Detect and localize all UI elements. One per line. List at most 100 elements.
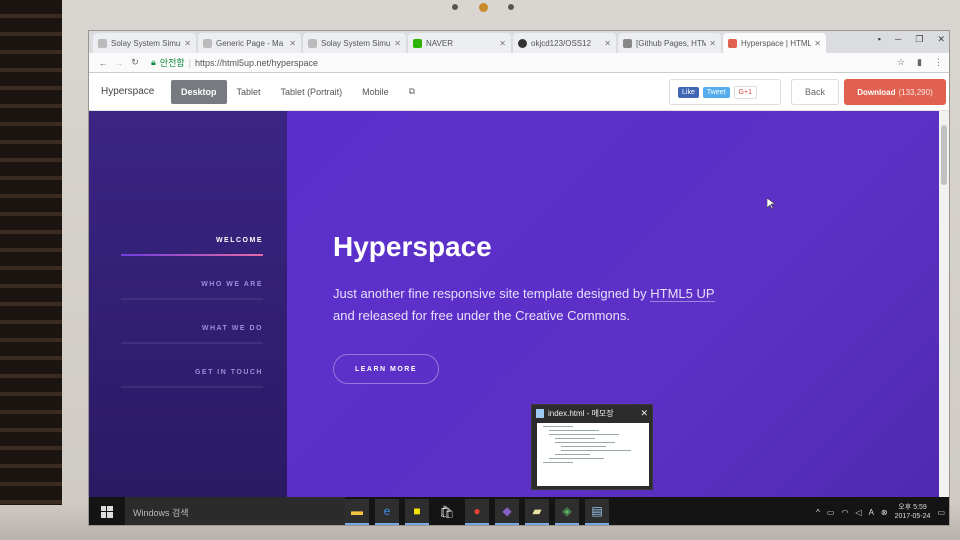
browser-tab[interactable]: Generic Page - Ma ✕ [198, 33, 301, 53]
ime-icon[interactable]: A [869, 508, 874, 517]
close-icon[interactable]: ✕ [709, 39, 716, 48]
windows-start-button[interactable] [89, 497, 125, 525]
learn-more-button[interactable]: LEARN MORE [333, 354, 439, 384]
nav-who-we-are[interactable]: WHO WE ARE [201, 281, 263, 288]
site-sidebar: WELCOME WHO WE ARE WHAT WE DO GET IN TOU… [89, 111, 287, 497]
volume-icon[interactable]: ◁ [855, 508, 861, 517]
nav-what-we-do[interactable]: WHAT WE DO [202, 325, 263, 332]
naver-icon [413, 38, 422, 48]
close-icon[interactable]: ✕ [640, 408, 648, 419]
battery-icon[interactable]: ▭ [827, 508, 835, 517]
view-tablet-portrait-button[interactable]: Tablet (Portrait) [271, 80, 353, 104]
download-count: (133,290) [898, 87, 933, 97]
wifi-icon[interactable]: ◠ [841, 508, 848, 517]
browser-tab[interactable]: okjcd123/OSS12 ✕ [513, 33, 616, 53]
nav-underline [121, 254, 263, 256]
laptop-screen: Solay System Simu ✕ Generic Page - Ma ✕ So… [88, 30, 950, 526]
window-controls: ▪ ─ ❐ ✕ [878, 34, 945, 45]
clock-date: 2017-05-24 [894, 513, 931, 520]
clock[interactable]: 오후 5:59 2017-05-24 [895, 503, 931, 521]
hero-text-part: and released for free under the Creative… [333, 308, 630, 323]
browser-tab[interactable]: NAVER ✕ [408, 33, 511, 53]
back-button[interactable]: Back [791, 79, 839, 105]
kakaotalk-icon[interactable]: ■ [405, 499, 429, 525]
menu-icon[interactable]: ⋮ [934, 57, 943, 68]
view-desktop-button[interactable]: Desktop [171, 79, 227, 104]
html5up-link[interactable]: HTML5 UP [650, 286, 715, 302]
browser-tab[interactable]: Solay System Simu ✕ [303, 33, 406, 53]
chrome-icon[interactable]: ● [465, 499, 489, 525]
facebook-like-button[interactable]: Like [678, 86, 699, 98]
notification-icon[interactable]: ▭ [937, 508, 945, 517]
minimize-icon[interactable]: ─ [895, 34, 901, 45]
url-text[interactable]: https://html5up.net/hyperspace [195, 58, 318, 68]
image-icon [623, 38, 632, 48]
background-blinds [0, 0, 62, 540]
browser-tab[interactable]: [Github Pages, HTM ✕ [618, 33, 721, 53]
omnibar-actions: ☆ ▮ ⋮ [897, 57, 943, 68]
chevron-up-icon[interactable]: ^ [816, 508, 820, 517]
sticky-notes-icon[interactable]: ▰ [525, 499, 549, 525]
sensor-dot [452, 4, 458, 10]
windows-logo-icon [101, 506, 113, 518]
hero-text-part: Just another fine responsive site templa… [333, 286, 651, 301]
mouse-cursor-icon [767, 198, 775, 210]
forward-arrow-icon[interactable]: → [111, 58, 127, 68]
windows-taskbar: Windows 검색 ▬ e ■ 🛍︎ ● ◆ ▰ ◈ ▤ ^ ▭ ◠ ◁ A … [89, 497, 949, 525]
gplus-button[interactable]: G+1 [733, 85, 757, 99]
nav-get-in-touch[interactable]: GET IN TOUCH [195, 369, 263, 376]
browser-tabbar: Solay System Simu ✕ Generic Page - Ma ✕ So… [89, 31, 949, 53]
close-window-icon[interactable]: ✕ [937, 34, 945, 45]
external-link-icon[interactable]: ⧉ [409, 86, 415, 97]
visual-studio-icon[interactable]: ◆ [495, 499, 519, 525]
reload-icon[interactable]: ↻ [127, 57, 143, 68]
nav-welcome[interactable]: WELCOME [216, 237, 263, 244]
close-icon[interactable]: ✕ [604, 39, 611, 48]
thumbnail-content [537, 423, 649, 486]
taskbar-thumbnail[interactable]: index.html - 메모장 ✕ [531, 404, 653, 490]
nav-divider [121, 342, 263, 344]
view-tablet-button[interactable]: Tablet [227, 80, 271, 104]
tab-title: Generic Page - Ma [216, 38, 284, 48]
windows-search-box[interactable]: Windows 검색 [125, 497, 345, 525]
hero-description: Just another fine responsive site templa… [333, 283, 753, 327]
close-icon[interactable]: ✕ [814, 39, 821, 48]
file-explorer-icon[interactable]: ▬ [345, 499, 369, 525]
extension-icon[interactable]: ▮ [917, 57, 922, 68]
download-button[interactable]: Download (133,290) [844, 79, 946, 105]
edge-icon[interactable]: e [375, 499, 399, 525]
tab-title: Solay System Simu [321, 38, 391, 48]
store-icon[interactable]: 🛍︎ [435, 499, 459, 525]
git-icon[interactable]: ◈ [555, 499, 579, 525]
close-icon[interactable]: ✕ [499, 39, 506, 48]
github-icon [518, 38, 527, 48]
social-buttons: Like Tweet G+1 [669, 79, 781, 105]
clock-time: 오후 5:59 [898, 504, 927, 511]
browser-tab-active[interactable]: Hyperspace | HTML ✕ [723, 33, 826, 53]
page-icon [308, 38, 317, 48]
nav-divider [121, 298, 263, 300]
taskbar-apps: ▬ e ■ 🛍︎ ● ◆ ▰ ◈ ▤ [345, 497, 609, 525]
scrollbar[interactable] [939, 111, 949, 497]
close-icon[interactable]: ✕ [394, 39, 401, 48]
page-icon [203, 38, 212, 48]
notepad-icon[interactable]: ▤ [585, 499, 609, 525]
close-icon[interactable]: ✕ [184, 39, 191, 48]
thumbnail-header: index.html - 메모장 ✕ [532, 405, 652, 421]
secure-label: 안전함 [159, 58, 185, 68]
profile-icon[interactable]: ▪ [878, 34, 881, 45]
browser-tab[interactable]: Solay System Simu ✕ [93, 33, 196, 53]
thumbnail-title: index.html - 메모장 [548, 408, 614, 418]
tab-title: okjcd123/OSS12 [531, 38, 592, 48]
tweet-button[interactable]: Tweet [702, 86, 730, 98]
star-icon[interactable]: ☆ [897, 57, 905, 68]
close-icon[interactable]: ✕ [289, 39, 296, 48]
mute-icon[interactable]: ⊗ [881, 508, 888, 517]
view-mobile-button[interactable]: Mobile [352, 80, 399, 104]
maximize-icon[interactable]: ❐ [915, 34, 923, 45]
address-bar[interactable]: 🔒︎ 안전함 | https://html5up.net/hyperspace [151, 56, 318, 69]
notepad-icon [536, 408, 544, 418]
scroll-thumb[interactable] [941, 125, 947, 185]
back-arrow-icon[interactable]: ← [95, 58, 111, 68]
tab-title: Solay System Simu [111, 38, 181, 48]
